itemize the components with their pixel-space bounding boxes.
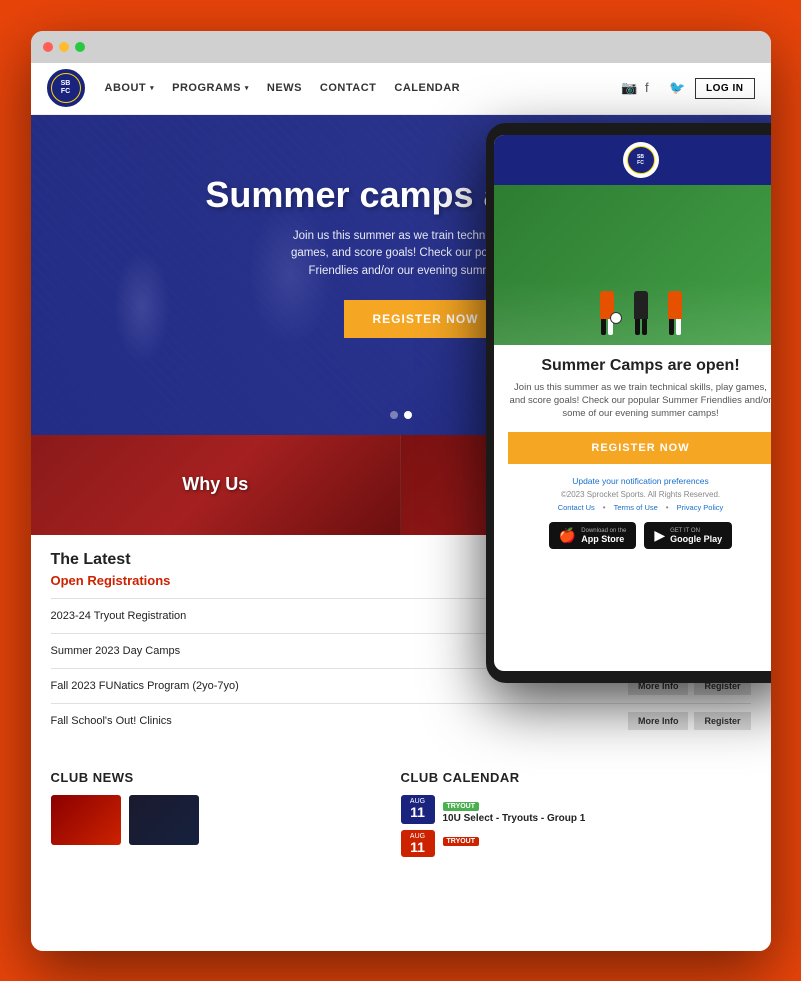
figure-body-2 xyxy=(634,291,648,319)
cal-day-1: 11 xyxy=(404,805,432,819)
news-images xyxy=(51,795,401,845)
tablet-footer-links: Contact Us • Terms of Use • Privacy Poli… xyxy=(508,503,771,512)
calendar-date-2: AUG 11 xyxy=(401,830,435,857)
soccer-scene xyxy=(600,291,682,335)
nav-calendar[interactable]: CALENDAR xyxy=(394,82,460,94)
nav: SBFC ABOUT ▾ PROGRAMS ▾ NEWS xyxy=(31,63,771,115)
cal-info-2: TRYOUT xyxy=(443,830,480,857)
tablet-register-button[interactable]: REGISTER NOW xyxy=(508,432,771,464)
leg-4 xyxy=(642,319,647,335)
news-thumbnail-1[interactable] xyxy=(51,795,121,845)
why-us-card[interactable]: Why Us xyxy=(31,435,401,535)
cal-info-1: TRYOUT 10U Select - Tryouts - Group 1 xyxy=(443,795,586,824)
table-row: Fall School's Out! Clinics More Info Reg… xyxy=(51,703,751,738)
browser-dot-minimize[interactable] xyxy=(59,42,69,52)
register-button[interactable]: REGISTER NOW xyxy=(344,300,506,338)
cal-badge-2: TRYOUT xyxy=(443,837,480,846)
reg-name-4: Fall School's Out! Clinics xyxy=(51,715,628,727)
nav-about[interactable]: ABOUT ▾ xyxy=(105,82,155,94)
leg-3 xyxy=(635,319,640,335)
contact-us-link[interactable]: Contact Us xyxy=(558,503,595,512)
tablet-camp-title: Summer Camps are open! xyxy=(508,357,771,375)
cal-badge-1: TRYOUT xyxy=(443,802,480,811)
terms-link[interactable]: Terms of Use xyxy=(614,503,658,512)
browser-chrome xyxy=(31,31,771,63)
nav-right: 📷 f 🐦 LOG IN xyxy=(621,78,754,99)
hero-dot-1[interactable] xyxy=(390,411,398,419)
tablet-screen: SBFC xyxy=(494,135,771,671)
calendar-entry-1: AUG 11 TRYOUT 10U Select - Tryouts - Gro… xyxy=(401,795,751,824)
hero-dot-2[interactable] xyxy=(404,411,412,419)
calendar-date-1: AUG 11 xyxy=(401,795,435,824)
bottom-row: CLUB NEWS Club Calendar AUG xyxy=(31,754,771,879)
club-news-section: CLUB NEWS xyxy=(51,770,401,863)
news-thumbnail-2[interactable] xyxy=(129,795,199,845)
soccer-ball xyxy=(610,312,622,324)
nav-news[interactable]: NEWS xyxy=(267,82,302,94)
privacy-link[interactable]: Privacy Policy xyxy=(677,503,724,512)
news-image-1 xyxy=(51,795,121,845)
figure-legs-3 xyxy=(669,319,681,335)
cal-day-2: 11 xyxy=(404,840,432,854)
app-store-button[interactable]: 🍎 Download on the App Store xyxy=(549,522,636,549)
figure-legs-2 xyxy=(635,319,647,335)
figure-2 xyxy=(634,291,648,335)
logo-inner: SBFC xyxy=(51,73,81,103)
tablet-hero-image xyxy=(494,185,771,345)
app-store-label: Download on the App Store xyxy=(581,528,626,544)
more-info-button-4[interactable]: More Info xyxy=(628,712,689,730)
news-image-2 xyxy=(129,795,199,845)
club-calendar-section: Club Calendar AUG 11 TRYOUT 10U Select -… xyxy=(401,770,751,863)
leg-6 xyxy=(676,319,681,335)
calendar-entry-2: AUG 11 TRYOUT xyxy=(401,830,751,857)
why-us-label: Why Us xyxy=(182,474,248,495)
club-news-title: CLUB NEWS xyxy=(51,770,401,785)
tablet-logo-text: SBFC xyxy=(637,154,644,166)
chevron-down-icon: ▾ xyxy=(150,84,154,92)
social-icons: 📷 f 🐦 xyxy=(621,80,685,96)
tablet-copyright: ©2023 Sprocket Sports. All Rights Reserv… xyxy=(508,490,771,499)
twitter-icon[interactable]: 🐦 xyxy=(669,80,685,96)
logo-text: SBFC xyxy=(61,80,71,95)
tablet-update-link[interactable]: Update your notification preferences xyxy=(508,476,771,486)
google-play-label: GET IT ON Google Play xyxy=(670,528,722,544)
browser-content: SBFC ABOUT ▾ PROGRAMS ▾ NEWS xyxy=(31,63,771,951)
logo[interactable]: SBFC xyxy=(47,69,85,107)
cal-title-1: 10U Select - Tryouts - Group 1 xyxy=(443,813,586,824)
tablet-overlay: SBFC xyxy=(486,123,771,683)
leg-1 xyxy=(601,319,606,335)
tablet-logo: SBFC xyxy=(623,142,659,178)
figure-3 xyxy=(668,291,682,335)
browser-dot-fullscreen[interactable] xyxy=(75,42,85,52)
login-button[interactable]: LOG IN xyxy=(695,78,754,99)
google-play-icon: ▶ xyxy=(654,527,665,544)
tablet-camp-desc: Join us this summer as we train technica… xyxy=(508,381,771,421)
nav-links: ABOUT ▾ PROGRAMS ▾ NEWS COnTAct CALENDAR xyxy=(105,82,622,94)
leg-5 xyxy=(669,319,674,335)
facebook-icon[interactable]: f xyxy=(645,80,661,96)
apple-icon: 🍎 xyxy=(559,527,576,544)
figure-body-3 xyxy=(668,291,682,319)
chevron-down-icon: ▾ xyxy=(245,84,249,92)
figure-1 xyxy=(600,291,614,335)
tablet-logo-inner: SBFC xyxy=(627,146,655,174)
tablet-body: Summer Camps are open! Join us this summ… xyxy=(494,345,771,671)
instagram-icon[interactable]: 📷 xyxy=(621,80,637,96)
reg-buttons-4: More Info Register xyxy=(628,712,751,730)
nav-programs[interactable]: PROGRAMS ▾ xyxy=(172,82,249,94)
browser-window: SBFC ABOUT ▾ PROGRAMS ▾ NEWS xyxy=(31,31,771,951)
browser-dot-close[interactable] xyxy=(43,42,53,52)
register-button-4[interactable]: Register xyxy=(694,712,750,730)
figure-body-1 xyxy=(600,291,614,319)
tablet-nav: SBFC xyxy=(494,135,771,185)
google-play-button[interactable]: ▶ GET IT ON Google Play xyxy=(644,522,732,549)
app-buttons-row: 🍎 Download on the App Store ▶ GET IT ON … xyxy=(508,522,771,549)
hero-dots xyxy=(390,411,412,419)
calendar-title: Club Calendar xyxy=(401,770,751,785)
nav-contact[interactable]: COnTAct xyxy=(320,82,376,94)
